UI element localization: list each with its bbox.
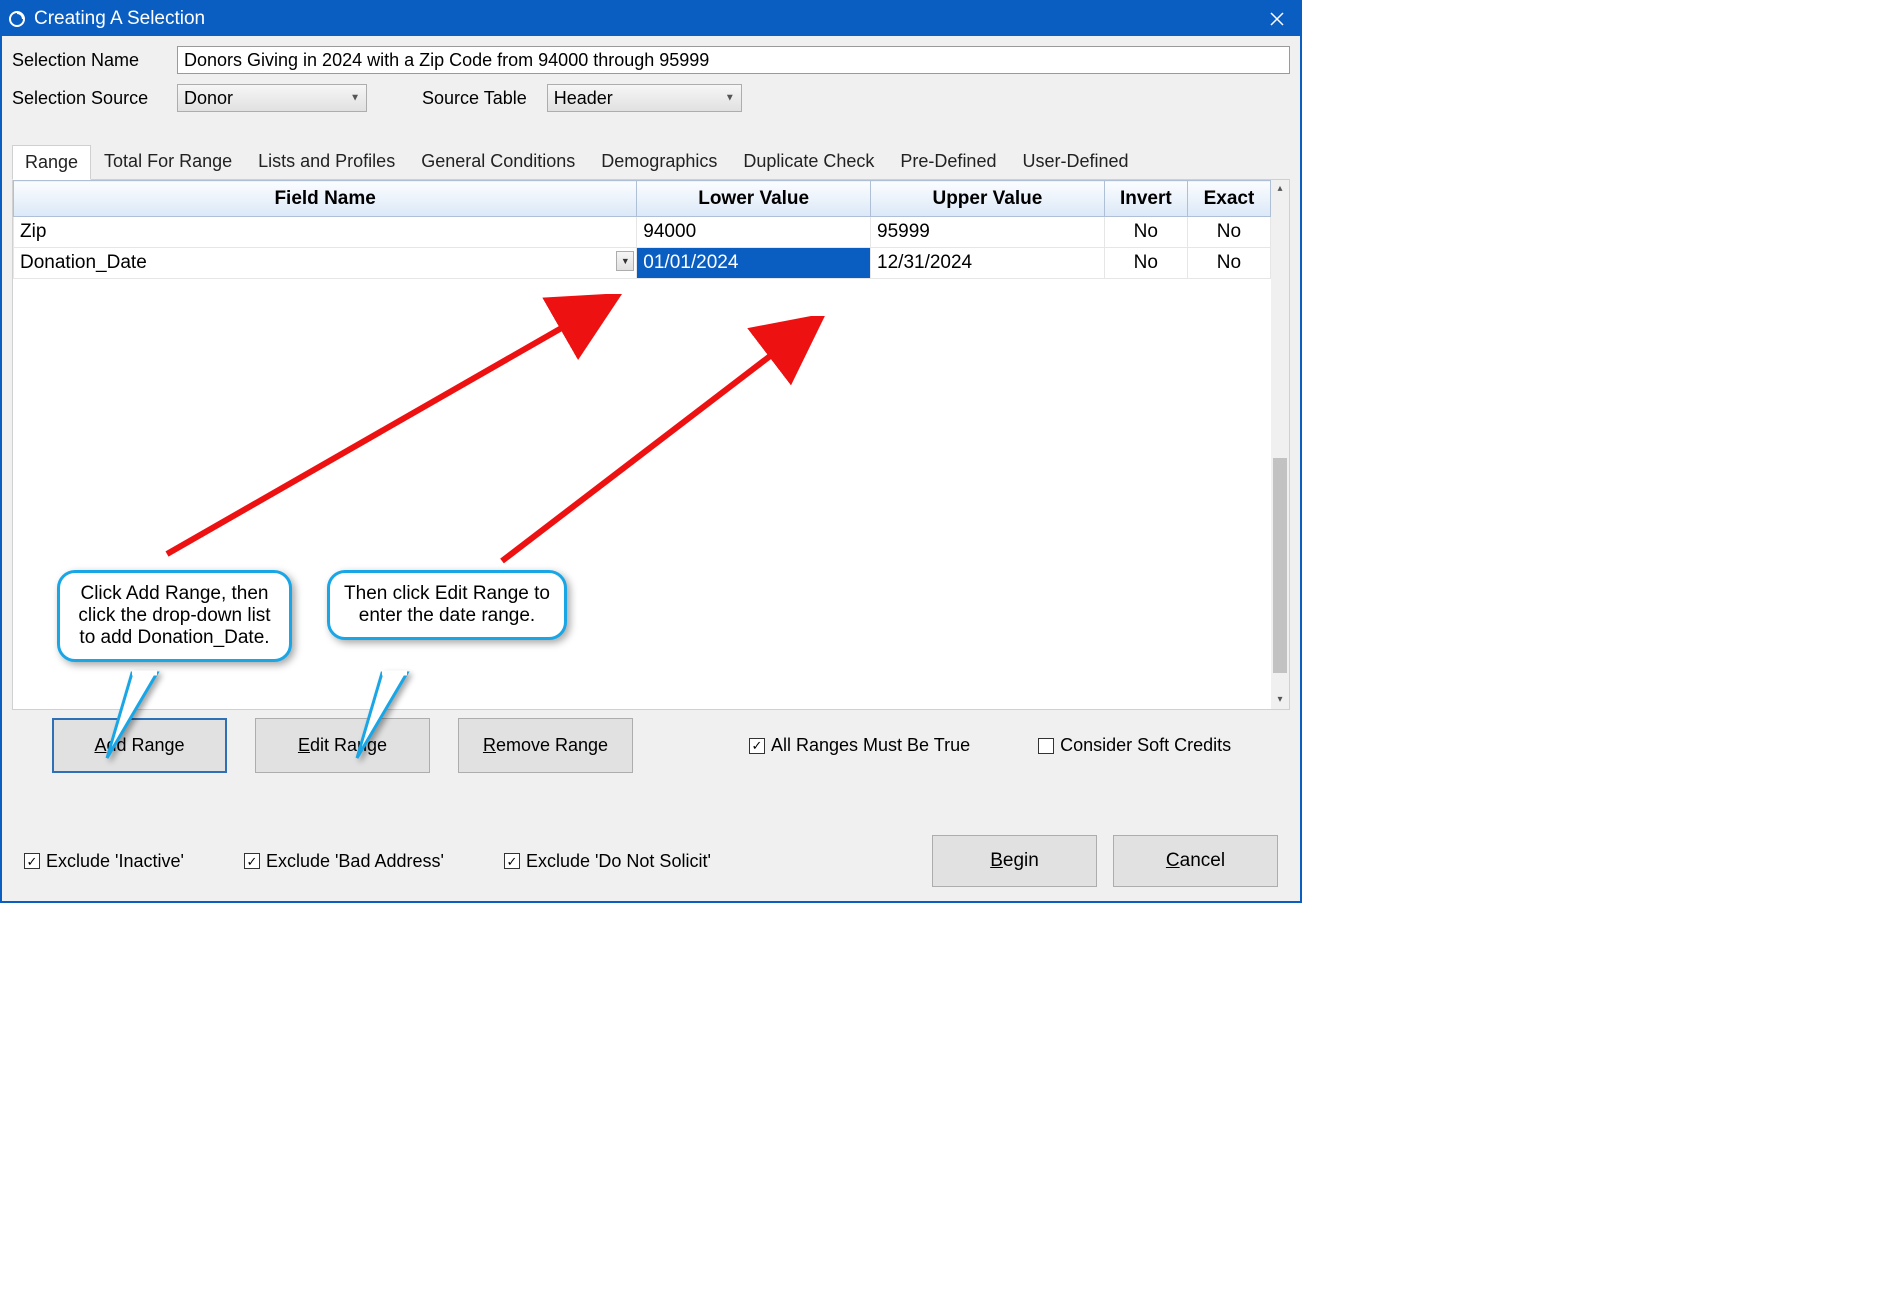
cell-exact[interactable]: No bbox=[1187, 217, 1270, 248]
cell-field-name[interactable]: Donation_Date▼ bbox=[14, 248, 637, 279]
cell-invert[interactable]: No bbox=[1104, 217, 1187, 248]
tab-range[interactable]: Range bbox=[12, 145, 91, 180]
col-field-name[interactable]: Field Name bbox=[14, 181, 637, 217]
exclude-inactive-checkbox[interactable]: ✓ Exclude 'Inactive' bbox=[24, 851, 184, 872]
source-table-label: Source Table bbox=[422, 88, 527, 109]
scroll-track[interactable] bbox=[1271, 198, 1289, 691]
all-ranges-true-label: All Ranges Must Be True bbox=[771, 735, 970, 756]
edit-range-label: Edit Range bbox=[298, 735, 387, 756]
cell-field-name[interactable]: Zip bbox=[14, 217, 637, 248]
consider-soft-credits-label: Consider Soft Credits bbox=[1060, 735, 1231, 756]
range-grid: Field Name Lower Value Upper Value Inver… bbox=[13, 180, 1271, 279]
cell-exact[interactable]: No bbox=[1187, 248, 1270, 279]
add-range-label: Add Range bbox=[94, 735, 184, 756]
title-bar: Creating A Selection bbox=[2, 2, 1300, 36]
remove-range-button[interactable]: Remove Range bbox=[458, 718, 633, 773]
tab-pre-defined[interactable]: Pre-Defined bbox=[887, 144, 1009, 179]
exclude-bad-address-label: Exclude 'Bad Address' bbox=[266, 851, 444, 872]
source-table-combo[interactable]: Header ▼ bbox=[547, 84, 742, 112]
scroll-down-icon[interactable]: ▾ bbox=[1271, 691, 1289, 709]
cell-lower-value[interactable]: 01/01/2024 bbox=[637, 248, 871, 279]
table-row[interactable]: Zip9400095999NoNo bbox=[14, 217, 1271, 248]
app-icon bbox=[8, 10, 26, 28]
tab-lists-and-profiles[interactable]: Lists and Profiles bbox=[245, 144, 408, 179]
checkbox-icon: ✓ bbox=[749, 738, 765, 754]
checkbox-icon bbox=[1038, 738, 1054, 754]
cell-upper-value[interactable]: 12/31/2024 bbox=[871, 248, 1105, 279]
consider-soft-credits-checkbox[interactable]: Consider Soft Credits bbox=[1038, 735, 1231, 756]
selection-source-label: Selection Source bbox=[12, 88, 177, 109]
window-title: Creating A Selection bbox=[34, 8, 1254, 30]
selection-name-label: Selection Name bbox=[12, 50, 177, 71]
dialog-window: Creating A Selection Selection Name Sele… bbox=[0, 0, 1302, 903]
chevron-down-icon: ▼ bbox=[350, 93, 360, 104]
exclude-bad-address-checkbox[interactable]: ✓ Exclude 'Bad Address' bbox=[244, 851, 444, 872]
tab-total-for-range[interactable]: Total For Range bbox=[91, 144, 245, 179]
grid-vertical-scrollbar[interactable]: ▴ ▾ bbox=[1271, 180, 1289, 709]
field-dropdown-button[interactable]: ▼ bbox=[616, 251, 634, 271]
begin-label-rest: egin bbox=[1003, 850, 1039, 872]
range-grid-area: Field Name Lower Value Upper Value Inver… bbox=[12, 180, 1290, 710]
col-lower-value[interactable]: Lower Value bbox=[637, 181, 871, 217]
checkbox-icon: ✓ bbox=[504, 853, 520, 869]
source-table-value: Header bbox=[554, 88, 613, 109]
tab-duplicate-check[interactable]: Duplicate Check bbox=[730, 144, 887, 179]
exclude-do-not-solicit-label: Exclude 'Do Not Solicit' bbox=[526, 851, 711, 872]
col-exact[interactable]: Exact bbox=[1187, 181, 1270, 217]
tab-user-defined[interactable]: User-Defined bbox=[1009, 144, 1141, 179]
begin-button[interactable]: Begin bbox=[932, 835, 1097, 887]
selection-name-input[interactable] bbox=[177, 46, 1290, 74]
tab-demographics[interactable]: Demographics bbox=[588, 144, 730, 179]
tab-strip: RangeTotal For RangeLists and ProfilesGe… bbox=[12, 144, 1290, 180]
begin-label-u: B bbox=[990, 850, 1003, 872]
edit-range-button[interactable]: Edit Range bbox=[255, 718, 430, 773]
cancel-button[interactable]: Cancel bbox=[1113, 835, 1278, 887]
add-range-button[interactable]: Add Range bbox=[52, 718, 227, 773]
close-button[interactable] bbox=[1254, 2, 1300, 36]
scroll-up-icon[interactable]: ▴ bbox=[1271, 180, 1289, 198]
dialog-body: Selection Name Selection Source Donor ▼ … bbox=[2, 36, 1300, 901]
selection-source-value: Donor bbox=[184, 88, 233, 109]
cell-upper-value[interactable]: 95999 bbox=[871, 217, 1105, 248]
all-ranges-true-checkbox[interactable]: ✓ All Ranges Must Be True bbox=[749, 735, 970, 756]
cancel-label-rest: ancel bbox=[1180, 850, 1225, 872]
col-upper-value[interactable]: Upper Value bbox=[871, 181, 1105, 217]
chevron-down-icon: ▼ bbox=[725, 93, 735, 104]
checkbox-icon: ✓ bbox=[24, 853, 40, 869]
cell-invert[interactable]: No bbox=[1104, 248, 1187, 279]
tab-general-conditions[interactable]: General Conditions bbox=[408, 144, 588, 179]
exclude-inactive-label: Exclude 'Inactive' bbox=[46, 851, 184, 872]
scroll-thumb[interactable] bbox=[1273, 458, 1287, 673]
selection-source-combo[interactable]: Donor ▼ bbox=[177, 84, 367, 112]
cell-lower-value[interactable]: 94000 bbox=[637, 217, 871, 248]
checkbox-icon: ✓ bbox=[244, 853, 260, 869]
cancel-label-u: C bbox=[1166, 850, 1180, 872]
remove-range-label: Remove Range bbox=[483, 735, 608, 756]
exclude-do-not-solicit-checkbox[interactable]: ✓ Exclude 'Do Not Solicit' bbox=[504, 851, 711, 872]
col-invert[interactable]: Invert bbox=[1104, 181, 1187, 217]
table-row[interactable]: Donation_Date▼01/01/202412/31/2024NoNo bbox=[14, 248, 1271, 279]
